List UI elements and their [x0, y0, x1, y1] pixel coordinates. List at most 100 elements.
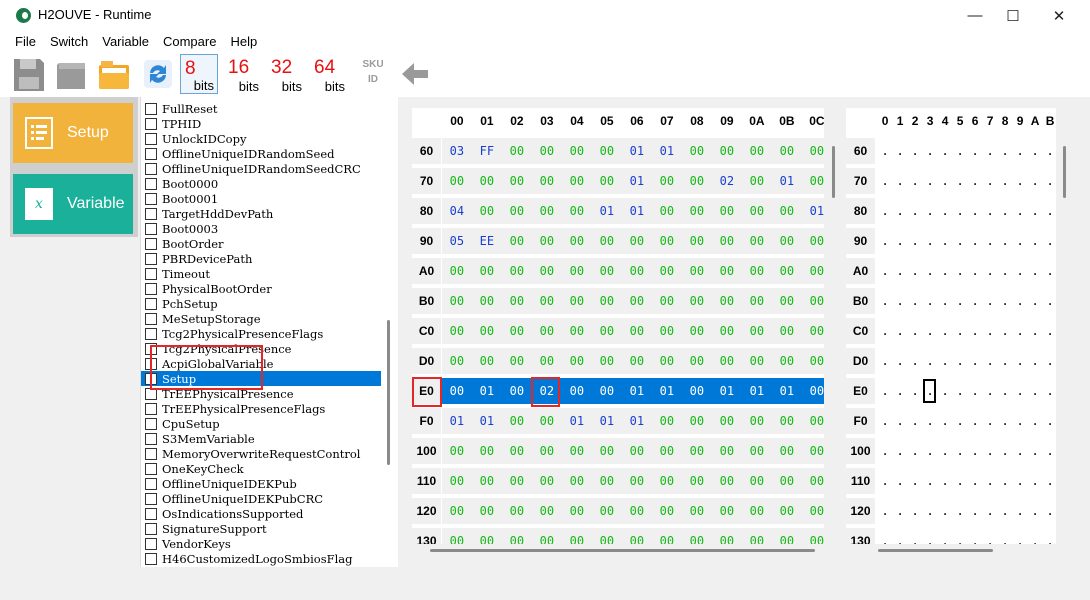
- ascii-char-cell[interactable]: .: [953, 408, 968, 434]
- hex-byte-cell[interactable]: 00: [802, 168, 824, 194]
- variable-checkbox[interactable]: [145, 207, 157, 220]
- variable-checkbox[interactable]: [145, 102, 157, 115]
- variable-checkbox[interactable]: [145, 192, 157, 205]
- hex-byte-cell[interactable]: 00: [712, 348, 742, 374]
- ascii-char-cell[interactable]: .: [983, 138, 998, 164]
- hex-byte-cell[interactable]: 00: [712, 468, 742, 494]
- variable-list-item[interactable]: Boot0003: [141, 221, 381, 236]
- variable-list-item[interactable]: OfflineUniqueIDRandomSeed: [141, 146, 381, 161]
- hex-byte-cell[interactable]: 00: [802, 438, 824, 464]
- hex-byte-cell[interactable]: 00: [652, 228, 682, 254]
- hex-byte-cell[interactable]: 00: [502, 318, 532, 344]
- hex-byte-cell[interactable]: 03: [442, 138, 472, 164]
- ascii-char-cell[interactable]: .: [938, 198, 953, 224]
- hex-byte-cell[interactable]: 00: [442, 288, 472, 314]
- ascii-char-cell[interactable]: .: [1013, 498, 1028, 524]
- ascii-char-cell[interactable]: .: [998, 348, 1013, 374]
- ascii-char-cell[interactable]: .: [983, 168, 998, 194]
- ascii-char-cell[interactable]: .: [968, 198, 983, 224]
- variable-checkbox[interactable]: [145, 417, 157, 430]
- ascii-char-cell[interactable]: .: [878, 288, 893, 314]
- variable-checkbox[interactable]: [145, 507, 157, 520]
- hex-byte-cell[interactable]: 00: [472, 528, 502, 544]
- ascii-char-cell[interactable]: .: [923, 138, 938, 164]
- ascii-char-cell[interactable]: .: [998, 528, 1013, 544]
- variable-checkbox[interactable]: [145, 237, 157, 250]
- variable-list[interactable]: FullReset TPHID UnlockIDCopy OfflineUniqueI…: [140, 97, 398, 567]
- ascii-char-cell[interactable]: .: [998, 258, 1013, 284]
- ascii-char-cell[interactable]: .: [923, 408, 938, 434]
- ascii-char-cell[interactable]: .: [1013, 348, 1028, 374]
- back-arrow-icon[interactable]: [398, 55, 432, 93]
- variable-checkbox[interactable]: [145, 117, 157, 130]
- ascii-char-cell[interactable]: .: [878, 138, 893, 164]
- setup-mode-button[interactable]: Setup: [13, 103, 133, 163]
- ascii-char-cell[interactable]: .: [938, 498, 953, 524]
- open-folder-icon[interactable]: [97, 55, 131, 93]
- ascii-char-cell[interactable]: .: [878, 228, 893, 254]
- variable-checkbox[interactable]: [145, 312, 157, 325]
- hex-byte-cell[interactable]: 00: [562, 198, 592, 224]
- ascii-char-cell[interactable]: .: [983, 438, 998, 464]
- hex-byte-cell[interactable]: 00: [772, 138, 802, 164]
- ascii-char-cell[interactable]: .: [1043, 498, 1056, 524]
- hex-byte-cell[interactable]: 00: [652, 528, 682, 544]
- hex-byte-cell[interactable]: 00: [772, 318, 802, 344]
- ascii-char-cell[interactable]: .: [983, 258, 998, 284]
- menu-compare[interactable]: Compare: [156, 34, 223, 49]
- variable-checkbox[interactable]: [145, 447, 157, 460]
- variable-list-item[interactable]: OfflineUniqueIDEKPubCRC: [141, 491, 381, 506]
- variable-list-item[interactable]: TargetHddDevPath: [141, 206, 381, 221]
- hex-byte-cell[interactable]: 00: [592, 498, 622, 524]
- ascii-char-cell[interactable]: .: [893, 438, 908, 464]
- hex-byte-cell[interactable]: 00: [472, 498, 502, 524]
- ascii-char-cell[interactable]: .: [983, 378, 998, 404]
- hex-byte-cell[interactable]: 01: [592, 408, 622, 434]
- ascii-char-cell[interactable]: .: [1013, 228, 1028, 254]
- ascii-char-cell[interactable]: .: [1043, 348, 1056, 374]
- hex-byte-cell[interactable]: 00: [712, 258, 742, 284]
- ascii-char-cell[interactable]: .: [953, 228, 968, 254]
- ascii-char-cell[interactable]: .: [878, 168, 893, 194]
- hex-byte-cell[interactable]: 00: [502, 198, 532, 224]
- hex-byte-cell[interactable]: 00: [442, 348, 472, 374]
- hex-byte-cell[interactable]: 00: [592, 528, 622, 544]
- ascii-char-cell[interactable]: .: [1028, 228, 1043, 254]
- ascii-char-cell[interactable]: .: [893, 198, 908, 224]
- hex-byte-cell[interactable]: 00: [532, 348, 562, 374]
- ascii-char-cell[interactable]: .: [893, 138, 908, 164]
- ascii-char-cell[interactable]: .: [953, 138, 968, 164]
- hex-byte-cell[interactable]: 00: [532, 138, 562, 164]
- ascii-char-cell[interactable]: .: [953, 288, 968, 314]
- variable-list-item[interactable]: TrEEPhysicalPresenceFlags: [141, 401, 381, 416]
- ascii-char-cell[interactable]: .: [923, 228, 938, 254]
- hex-byte-cell[interactable]: 00: [592, 258, 622, 284]
- save-icon[interactable]: [12, 55, 46, 93]
- ascii-char-cell[interactable]: .: [878, 258, 893, 284]
- hex-byte-cell[interactable]: 00: [772, 258, 802, 284]
- hex-byte-cell[interactable]: 00: [502, 228, 532, 254]
- ascii-char-cell[interactable]: .: [968, 288, 983, 314]
- hex-byte-cell[interactable]: 00: [502, 348, 532, 374]
- bits-8-button[interactable]: 8 bits: [180, 54, 218, 94]
- ascii-char-cell[interactable]: .: [923, 288, 938, 314]
- hex-byte-cell[interactable]: 00: [802, 378, 824, 404]
- variable-checkbox[interactable]: [145, 492, 157, 505]
- ascii-char-cell[interactable]: .: [878, 198, 893, 224]
- variable-list-item[interactable]: S3MemVariable: [141, 431, 381, 446]
- ascii-char-cell[interactable]: .: [878, 318, 893, 344]
- hex-byte-cell[interactable]: 00: [622, 318, 652, 344]
- variable-checkbox[interactable]: [145, 537, 157, 550]
- variable-checkbox[interactable]: [145, 177, 157, 190]
- hex-byte-cell[interactable]: 00: [802, 258, 824, 284]
- ascii-char-cell[interactable]: .: [1028, 318, 1043, 344]
- hex-byte-cell[interactable]: 00: [532, 408, 562, 434]
- hex-byte-cell[interactable]: 00: [472, 348, 502, 374]
- hex-byte-cell[interactable]: 00: [742, 198, 772, 224]
- ascii-char-cell[interactable]: .: [908, 378, 923, 404]
- ascii-char-cell[interactable]: .: [998, 438, 1013, 464]
- hex-byte-cell[interactable]: 00: [682, 498, 712, 524]
- ascii-char-cell[interactable]: .: [1028, 498, 1043, 524]
- maximize-icon[interactable]: ☐: [990, 0, 1036, 31]
- hex-byte-cell[interactable]: 00: [802, 318, 824, 344]
